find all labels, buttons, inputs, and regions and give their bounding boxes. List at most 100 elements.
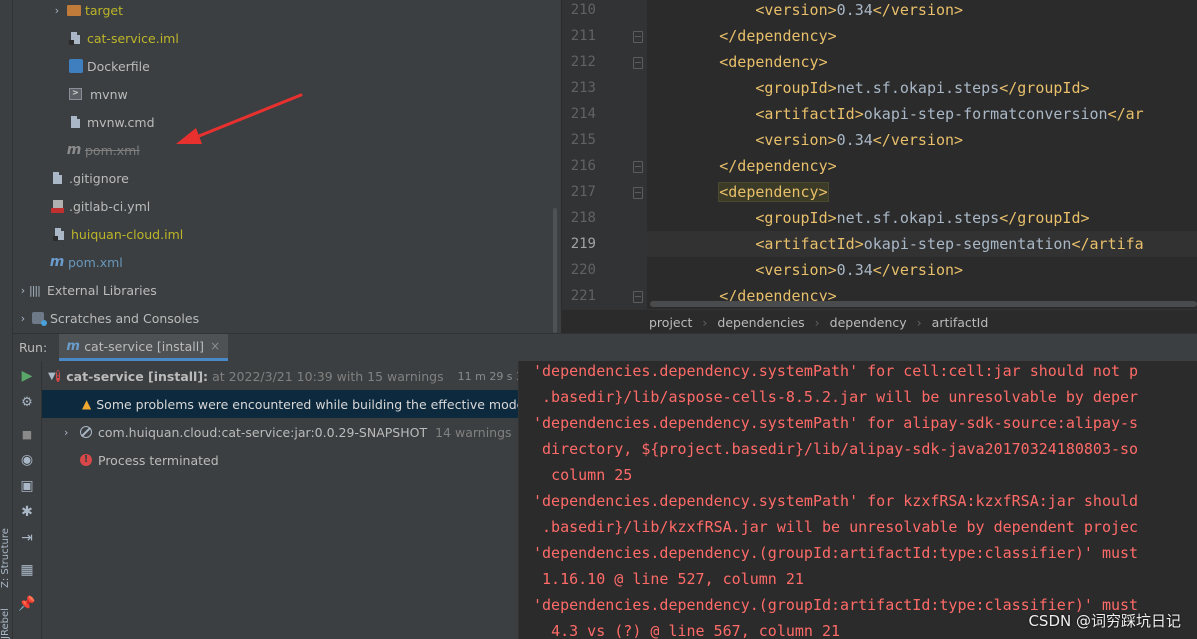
layout-icon[interactable]: ▦	[18, 561, 36, 579]
breadcrumb-artifactid[interactable]: artifactId	[932, 315, 989, 330]
close-icon[interactable]: ×	[210, 339, 220, 353]
console-indent	[533, 622, 551, 639]
warning-node[interactable]: ▲ Some problems were encountered while b…	[42, 390, 518, 418]
tree-item-label: Dockerfile	[87, 58, 150, 74]
breadcrumb-project[interactable]: project	[649, 315, 692, 330]
breadcrumb-separator-icon: ›	[814, 314, 820, 330]
chevron-right-icon[interactable]: ›	[64, 426, 80, 439]
camera-icon[interactable]: ▣	[18, 477, 36, 495]
tree-item-dockerfile[interactable]: Dockerfile	[13, 52, 561, 80]
error-icon: !	[80, 454, 92, 466]
run-tool-window-header: Run: m cat-service [install] ×	[13, 333, 1197, 362]
console-text: 1.16.10 @ line 527, column 21	[542, 570, 804, 588]
console-output[interactable]: 'dependencies.dependency.systemPath' for…	[518, 361, 1197, 639]
folder-icon	[67, 5, 81, 16]
tree-item-label: .gitignore	[69, 170, 129, 186]
run-root-node[interactable]: ▼ ! cat-service [install]: at 2022/3/21 …	[42, 362, 518, 390]
code-line[interactable]: </dependency>	[647, 153, 1197, 179]
code-line[interactable]: <groupId>net.sf.okapi.steps</groupId>	[647, 205, 1197, 231]
yaml-icon	[51, 199, 64, 213]
editor-gutter: 210 211 212 213 214 215 216 217 218 219 220 221	[562, 0, 647, 309]
xml-tag: <groupId>	[755, 79, 837, 97]
console-line: 'dependencies.dependency.systemPath' for…	[533, 361, 1138, 384]
tree-item-target[interactable]: › target	[13, 0, 561, 24]
xml-text: 0.34	[836, 131, 873, 149]
fold-marker-icon[interactable]	[633, 161, 643, 173]
tree-item-huiquan-cloud-iml[interactable]: huiquan-cloud.iml	[13, 220, 561, 248]
code-editor[interactable]: 210 211 212 213 214 215 216 217 218 219 220 221 <ve…	[562, 0, 1197, 309]
xml-tag: <version>	[755, 131, 837, 149]
scratches-icon	[32, 312, 47, 326]
chevron-right-icon[interactable]: ›	[51, 4, 63, 17]
breadcrumb-separator-icon: ›	[702, 314, 708, 330]
watermark: CSDN @词穷踩坑日记	[1028, 612, 1181, 630]
tree-scrollbar[interactable]	[553, 208, 557, 333]
import-icon[interactable]: ⇥	[18, 529, 36, 547]
rerun-icon[interactable]: ▶	[18, 367, 36, 385]
code-line[interactable]: <version>0.34</version>	[647, 0, 1197, 23]
module-warnings: 14 warnings	[435, 424, 512, 440]
tree-item-gitlab-ci-yml[interactable]: .gitlab-ci.yml	[13, 192, 561, 220]
debug-icon[interactable]: ✱	[18, 503, 36, 521]
tree-item-external-libraries[interactable]: › |||| External Libraries	[13, 276, 561, 304]
tree-item-gitignore[interactable]: .gitignore	[13, 164, 561, 192]
fold-marker-icon[interactable]	[633, 187, 643, 199]
xml-tag: <artifactId>	[755, 235, 864, 253]
tree-item-scratches[interactable]: › Scratches and Consoles	[13, 304, 561, 332]
xml-tag: <dependency>	[718, 182, 829, 202]
line-number: 216	[570, 158, 596, 174]
breadcrumb-dependencies[interactable]: dependencies	[717, 315, 804, 330]
xml-text: net.sf.okapi.steps	[836, 209, 1000, 227]
fold-marker-icon[interactable]	[633, 291, 643, 303]
code-line[interactable]: <artifactId>okapi-step-segmentation</art…	[647, 231, 1197, 257]
process-terminated-node[interactable]: ! Process terminated	[42, 446, 518, 474]
code-line[interactable]: <groupId>net.sf.okapi.steps</groupId>	[647, 75, 1197, 101]
line-number: 219	[570, 236, 596, 252]
console-line: .basedir}/lib/kzxfRSA.jar will be unreso…	[533, 514, 1138, 540]
console-text: directory, ${project.basedir}/lib/alipay…	[542, 440, 1139, 458]
eye-icon[interactable]: ◉	[18, 451, 36, 469]
tree-item-cat-service-iml[interactable]: cat-service.iml	[13, 24, 561, 52]
structure-tool-label[interactable]: Z: Structure	[0, 528, 11, 588]
line-number: 220	[570, 262, 596, 278]
code-line[interactable]: <artifactId>okapi-step-formatconversion<…	[647, 101, 1197, 127]
code-line[interactable]: <dependency>	[647, 49, 1197, 75]
xml-tag: </ar	[1107, 105, 1144, 123]
tree-item-label: External Libraries	[47, 282, 157, 298]
tree-item-label: mvnw.cmd	[87, 114, 155, 130]
chevron-down-icon[interactable]: ▼	[48, 371, 56, 382]
code-line[interactable]: <version>0.34</version>	[647, 257, 1197, 283]
rebel-tool-label[interactable]: JRebel	[0, 608, 11, 639]
pin-icon[interactable]: 📌	[18, 595, 36, 613]
fold-marker-icon[interactable]	[633, 57, 643, 69]
fold-marker-icon[interactable]	[633, 31, 643, 43]
xml-text: net.sf.okapi.steps	[836, 79, 1000, 97]
code-line[interactable]: <version>0.34</version>	[647, 127, 1197, 153]
project-tree-panel: › target cat-service.iml Dockerfile mvnw…	[13, 0, 561, 333]
xml-tag: </groupId>	[999, 209, 1090, 227]
tab-cat-service-install[interactable]: m cat-service [install] ×	[59, 334, 229, 361]
line-number: 217	[570, 184, 596, 200]
xml-tag: </dependency>	[719, 157, 837, 175]
code-line[interactable]: </dependency>	[647, 23, 1197, 49]
breadcrumb-dependency[interactable]: dependency	[830, 315, 907, 330]
chevron-right-icon[interactable]: ›	[17, 284, 29, 297]
stop-icon[interactable]: ■	[18, 425, 36, 443]
chevron-right-icon[interactable]: ›	[17, 312, 29, 325]
libraries-icon: ||||	[29, 283, 41, 297]
terminal-icon	[69, 88, 82, 100]
xml-tag: </version>	[872, 261, 964, 279]
run-label: Run:	[19, 340, 48, 355]
code-line[interactable]: <dependency>	[647, 179, 1197, 205]
module-node[interactable]: › com.huiquan.cloud:cat-service:jar:0.0.…	[42, 418, 518, 446]
console-text: column 25	[551, 466, 633, 484]
tree-item-root-pom-xml[interactable]: m pom.xml	[13, 248, 561, 276]
toggle-offline-icon[interactable]: ⚙	[18, 393, 36, 411]
line-number: 211	[570, 28, 596, 44]
console-line: directory, ${project.basedir}/lib/alipay…	[533, 436, 1138, 462]
editor-horizontal-scrollbar[interactable]	[650, 301, 1197, 307]
tree-item-label: cat-service.iml	[87, 30, 179, 46]
